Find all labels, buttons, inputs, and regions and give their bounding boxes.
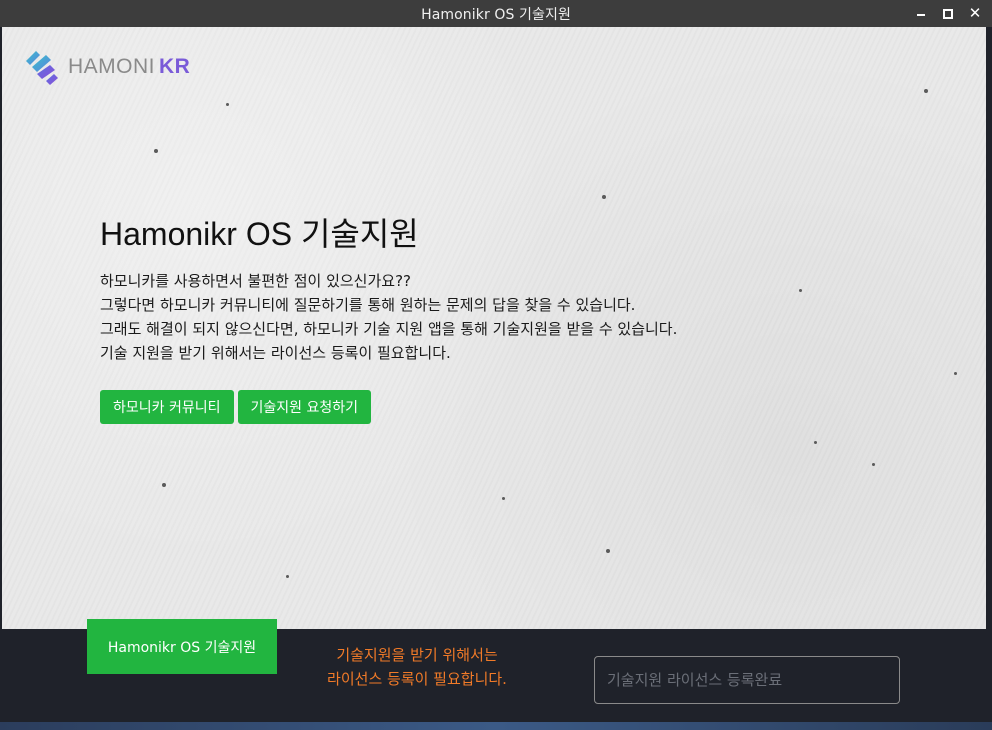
hero-line: 하모니카를 사용하면서 불편한 점이 있으신가요?? [100, 272, 411, 290]
background-speck [602, 195, 606, 199]
hero-line: 그렇다면 하모니카 커뮤니티에 질문하기를 통해 원하는 문제의 답을 찾을 수… [100, 296, 636, 314]
hamonikr-logo: HAMONI KR [22, 47, 190, 87]
logo-wordmark: HAMONI KR [68, 55, 191, 78]
hero-section: Hamonikr OS 기술지원 하모니카를 사용하면서 불편한 점이 있으신가… [100, 209, 800, 424]
background-speck [606, 549, 610, 553]
window-border-right [986, 27, 992, 730]
bottom-bar: Hamonikr OS 기술지원 기술지원을 받기 위해서는 라이선스 등록이 … [2, 619, 986, 722]
hero-description: 하모니카를 사용하면서 불편한 점이 있으신가요?? 그렇다면 하모니카 커뮤니… [100, 269, 800, 365]
hamonikr-logo-icon [26, 51, 58, 85]
background-speck [154, 149, 158, 153]
background-speck [502, 497, 505, 500]
request-support-button[interactable]: 기술지원 요청하기 [237, 390, 371, 424]
close-button[interactable]: ✕ [966, 5, 984, 23]
license-message-line: 라이선스 등록이 필요합니다. [327, 670, 507, 688]
background-speck [954, 372, 957, 375]
support-tab-button[interactable]: Hamonikr OS 기술지원 [87, 619, 277, 674]
app-window: Hamonikr OS 기술지원 ✕ HAMONI KR Hamonikr OS… [0, 0, 992, 730]
background-speck [814, 441, 817, 444]
close-icon: ✕ [968, 4, 982, 22]
hero-buttons: 하모니카 커뮤니티 기술지원 요청하기 [100, 390, 800, 424]
main-content: HAMONI KR Hamonikr OS 기술지원 하모니카를 사용하면서 불… [2, 27, 986, 629]
title-bar[interactable]: Hamonikr OS 기술지원 ✕ [0, 0, 992, 27]
window-title: Hamonikr OS 기술지원 [421, 6, 571, 23]
background-speck [162, 483, 166, 487]
window-controls: ✕ [912, 0, 984, 27]
license-input[interactable] [594, 656, 900, 704]
minimize-button[interactable] [912, 5, 930, 23]
hero-title: Hamonikr OS 기술지원 [100, 216, 419, 252]
hero-line: 그래도 해결이 되지 않으신다면, 하모니카 기술 지원 앱을 통해 기술지원을… [100, 320, 678, 338]
window-border-left [0, 27, 2, 730]
background-speck [286, 575, 289, 578]
minimize-icon [917, 13, 925, 16]
background-speck [872, 463, 875, 466]
background-speck [924, 89, 928, 93]
maximize-button[interactable] [939, 5, 957, 23]
license-message-line: 기술지원을 받기 위해서는 [336, 646, 498, 664]
background-speck [226, 103, 229, 106]
hero-line: 기술 지원을 받기 위해서는 라이선스 등록이 필요합니다. [100, 344, 451, 362]
license-required-message: 기술지원을 받기 위해서는 라이선스 등록이 필요합니다. [302, 643, 532, 691]
community-button[interactable]: 하모니카 커뮤니티 [100, 390, 234, 424]
maximize-icon [943, 8, 953, 19]
desktop-background-strip [0, 722, 992, 730]
